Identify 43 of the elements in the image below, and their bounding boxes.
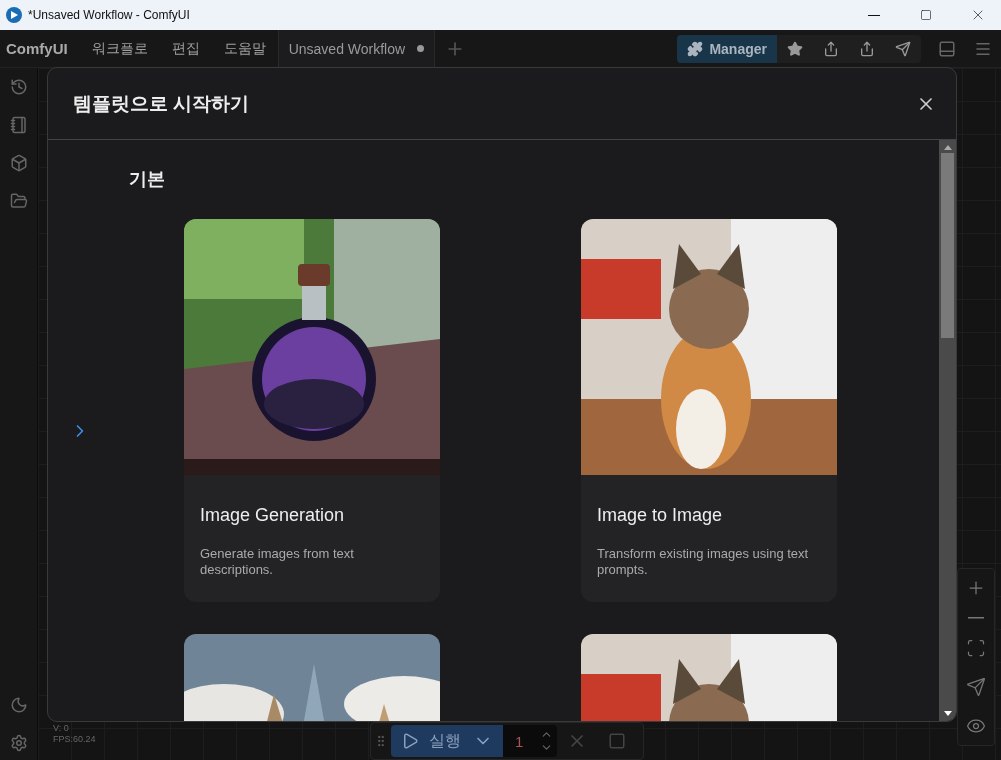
notebook-icon[interactable]: [9, 116, 28, 134]
workflow-tab[interactable]: Unsaved Workflow: [277, 29, 436, 68]
menu-item[interactable]: 워크플로: [79, 29, 160, 68]
settings-icon[interactable]: [9, 734, 28, 752]
section-title: 기본: [129, 168, 166, 191]
panel-icon: [938, 39, 956, 58]
run-button[interactable]: 실행: [391, 725, 503, 757]
upload-icon: [859, 40, 875, 57]
window-title: *Unsaved Workflow - ComfyUI: [28, 8, 191, 22]
batch-count-field[interactable]: 1: [503, 725, 557, 757]
minimize-icon: [868, 14, 880, 16]
upload-icon: [823, 40, 839, 57]
template-card[interactable]: Image to Image Transform existing images using text prompts.: [581, 219, 837, 602]
dialog-title: 템플릿으로 시작하기: [73, 91, 250, 116]
paper-plane-icon: [895, 40, 911, 57]
square-icon: [608, 732, 626, 750]
menu-item[interactable]: 편집: [159, 29, 212, 68]
stats-text: V: 0: [53, 723, 70, 734]
minus-icon: [968, 617, 984, 620]
fit-view-button[interactable]: [966, 638, 986, 658]
template-description: Generate images from text descriptions.: [199, 545, 355, 578]
navigate-button[interactable]: [966, 676, 986, 697]
folder-icon[interactable]: [9, 192, 28, 210]
history-icon[interactable]: [9, 78, 28, 96]
star-icon: [787, 40, 803, 57]
cube-icon[interactable]: [9, 154, 28, 172]
stats-text: FPS:60.24: [53, 734, 96, 745]
play-icon: [401, 732, 419, 750]
scrollbar[interactable]: [939, 140, 956, 721]
template-title: Image Generation: [199, 504, 346, 526]
paper-plane-icon: [966, 676, 986, 697]
template-card[interactable]: Image Generation Generate images from text descriptions.: [184, 219, 440, 602]
app-logo: ComfyUI: [5, 40, 69, 57]
puzzle-icon: [687, 40, 704, 57]
moon-icon[interactable]: [9, 696, 28, 714]
maximize-icon: [920, 9, 932, 21]
app-logo-icon: [6, 7, 22, 23]
menu-item[interactable]: 도움말: [211, 29, 278, 68]
template-title: Image to Image: [596, 504, 724, 526]
template-description: Transform existing images using text prompts.: [596, 545, 810, 578]
fit-view-icon: [966, 638, 986, 658]
manager-button[interactable]: Manager: [677, 34, 777, 63]
zoom-out-button[interactable]: [968, 617, 984, 620]
